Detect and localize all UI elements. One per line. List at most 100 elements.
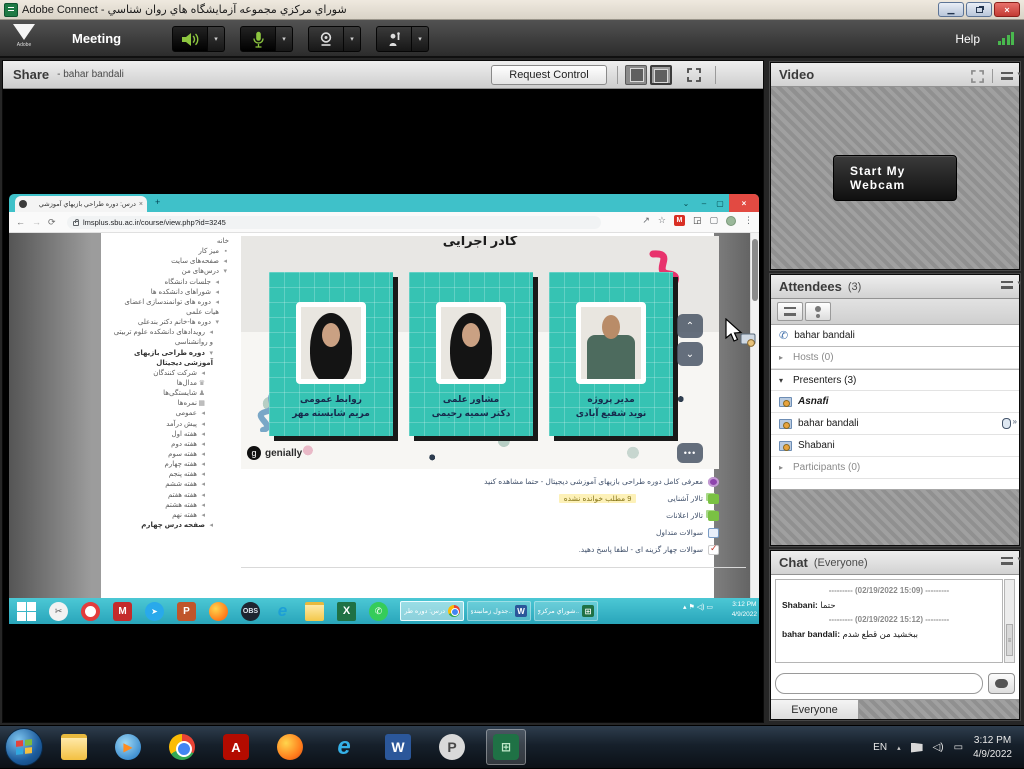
taskbar-app-icon[interactable]	[209, 602, 228, 621]
taskbar-app-tile[interactable]: A	[216, 729, 256, 765]
taskbar-app-tile[interactable]	[270, 729, 310, 765]
browser-tab[interactable]: درس: دوره طراحي بازيهاي آموزشي ×	[15, 196, 147, 212]
nav-item[interactable]: شوراهای دانشکده ها	[109, 288, 237, 298]
forward-icon[interactable]: →	[32, 217, 41, 227]
reload-icon[interactable]: ⟳	[48, 217, 56, 228]
tray-expand-icon[interactable]: ▴	[897, 744, 901, 752]
extensions-puzzle-icon[interactable]: ◲	[693, 215, 702, 226]
taskbar-app-tile[interactable]	[54, 729, 94, 765]
activity-link[interactable]: سوالات متداول	[241, 524, 719, 541]
host-clock[interactable]: 3:12 PM 4/9/2022	[973, 734, 1018, 762]
restore-button[interactable]	[966, 2, 992, 17]
browser-menu-kebab-icon[interactable]: ⋮	[744, 215, 753, 226]
chat-send-button[interactable]	[988, 673, 1015, 694]
taskbar-app-tile[interactable]: ▶	[108, 729, 148, 765]
group-expand-icon[interactable]	[779, 462, 787, 473]
nav-item[interactable]: دوره طراحی بازیهای آموزشی دیجیتال	[109, 349, 237, 369]
mic-button[interactable]	[240, 26, 276, 52]
language-indicator[interactable]: EN	[873, 742, 887, 753]
nav-item[interactable]: هفته هفتم	[109, 491, 237, 501]
help-menu[interactable]: Help	[955, 32, 980, 46]
everyone-tab[interactable]: Everyone	[771, 700, 859, 719]
taskbar-app-icon[interactable]: P	[177, 602, 196, 621]
chat-scrollbar[interactable]: ≡	[1004, 579, 1015, 663]
speaker-button[interactable]	[172, 26, 208, 52]
attendee-row[interactable]: Asnafi	[771, 391, 1019, 413]
attendee-row[interactable]: Hosts (0)	[771, 347, 1019, 369]
taskbar-app-icon[interactable]: e	[273, 602, 292, 621]
nav-item[interactable]: هفته هشتم	[109, 501, 237, 511]
address-bar[interactable]: lmsplus.sbu.ac.ir/course/view.php?id=324…	[67, 216, 601, 229]
active-speaker-row[interactable]: ✆ bahar bandali	[771, 325, 1019, 347]
scrollbar-thumb[interactable]	[752, 239, 758, 301]
webcam-dropdown[interactable]: ▾	[344, 26, 361, 52]
nav-item[interactable]: خانه	[109, 237, 237, 247]
nav-item[interactable]: هفته نهم	[109, 511, 237, 521]
taskbar-window-button[interactable]: ⊞ ..شوراي مركزي	[534, 601, 598, 621]
activity-link[interactable]: تالار اعلانات	[241, 507, 719, 524]
minimize-button[interactable]: ▁	[938, 2, 964, 17]
connection-status-icon[interactable]	[998, 32, 1015, 45]
mic-dropdown[interactable]: ▾	[276, 26, 293, 52]
browser-restore[interactable]: ▢	[713, 194, 727, 212]
nav-item[interactable]: هفته پنجم	[109, 470, 237, 480]
meeting-menu[interactable]: Meeting	[72, 31, 121, 46]
video-fullscreen-icon[interactable]	[971, 70, 984, 83]
actual-size-button[interactable]	[650, 65, 672, 85]
chat-input[interactable]	[775, 673, 983, 694]
genially-logo[interactable]: g genially	[247, 446, 302, 460]
nav-item[interactable]: جلسات دانشگاه	[109, 278, 237, 288]
nav-item[interactable]: میز کار	[109, 247, 237, 257]
back-icon[interactable]: ←	[16, 217, 25, 227]
nav-item[interactable]: دوره ها-خانم دکتر بندعلی	[109, 318, 237, 328]
nav-item[interactable]: نمره‌ها	[109, 399, 237, 409]
volume-icon[interactable]: ◁)	[933, 742, 944, 753]
taskbar-app-tile[interactable]: P	[432, 729, 472, 765]
nav-item[interactable]: شایستگی‌ها	[109, 389, 237, 399]
taskbar-app-icon[interactable]	[305, 602, 324, 621]
taskbar-app-tile[interactable]: e	[324, 729, 364, 765]
nav-item[interactable]: هفته دوم	[109, 440, 237, 450]
nav-item[interactable]: هفته ششم	[109, 480, 237, 490]
chat-scrollbar-thumb[interactable]: ≡	[1006, 624, 1013, 656]
attendee-row[interactable]: Presenters (3)	[771, 369, 1019, 391]
taskbar-app-icon[interactable]: ✂	[49, 602, 68, 621]
speaker-dropdown[interactable]: ▾	[208, 26, 225, 52]
attendee-list-view-button[interactable]	[777, 302, 803, 321]
attendee-row[interactable]: bahar bandali	[771, 413, 1019, 435]
start-orb-button[interactable]	[5, 728, 43, 766]
nav-item[interactable]: رویدادهای دانشکده علوم تربیتی و روانشناس…	[109, 328, 237, 348]
browser-minimize[interactable]: –	[697, 194, 711, 212]
share-page-icon[interactable]: ↗	[642, 215, 650, 226]
request-control-button[interactable]: Request Control	[491, 65, 607, 85]
slide-down-button[interactable]: ⌄	[677, 342, 703, 366]
nav-item[interactable]: درس‌های من	[109, 267, 237, 277]
taskbar-app-tile[interactable]	[162, 729, 202, 765]
bookmark-star-icon[interactable]: ☆	[658, 215, 666, 226]
tab-search-icon[interactable]: ⌄	[679, 194, 693, 212]
taskbar-app-icon[interactable]: M	[113, 602, 132, 621]
activity-link[interactable]: سوالات چهار گزینه ای - لطفا پاسخ دهید.	[241, 541, 719, 558]
webcam-button[interactable]	[308, 26, 344, 52]
fullscreen-icon[interactable]	[687, 68, 701, 87]
taskbar-app-icon[interactable]	[17, 602, 36, 621]
taskbar-app-tile[interactable]: W	[378, 729, 418, 765]
nav-item[interactable]: هفته سوم	[109, 450, 237, 460]
adblock-extension-icon[interactable]: M	[674, 215, 685, 226]
taskbar-window-button[interactable]: درس: دوره طرا...	[400, 601, 464, 621]
slide-up-button[interactable]: ⌃	[677, 314, 703, 338]
nav-item[interactable]: هفته چهارم	[109, 460, 237, 470]
fit-view-button[interactable]	[625, 65, 647, 85]
close-button[interactable]: ×	[994, 2, 1020, 17]
nav-item[interactable]: دوره های توانمندسازی اعضای هیات علمی	[109, 298, 237, 318]
activity-link[interactable]: تالار آشنایی 9 مطلب خوانده نشده	[241, 490, 719, 507]
taskbar-app-icon[interactable]: OBS	[241, 602, 260, 621]
action-center-flag-icon[interactable]	[911, 743, 923, 753]
nav-item[interactable]: صفحه‌های سایت	[109, 257, 237, 267]
network-icon[interactable]: ▭	[954, 742, 963, 753]
taskbar-app-icon[interactable]: ✆	[369, 602, 388, 621]
start-webcam-button[interactable]: Start My Webcam	[833, 155, 957, 201]
nav-item[interactable]: صفحه درس چهارم	[109, 521, 237, 531]
profile-avatar[interactable]	[726, 216, 736, 226]
nav-item[interactable]: پیش درآمد	[109, 420, 237, 430]
